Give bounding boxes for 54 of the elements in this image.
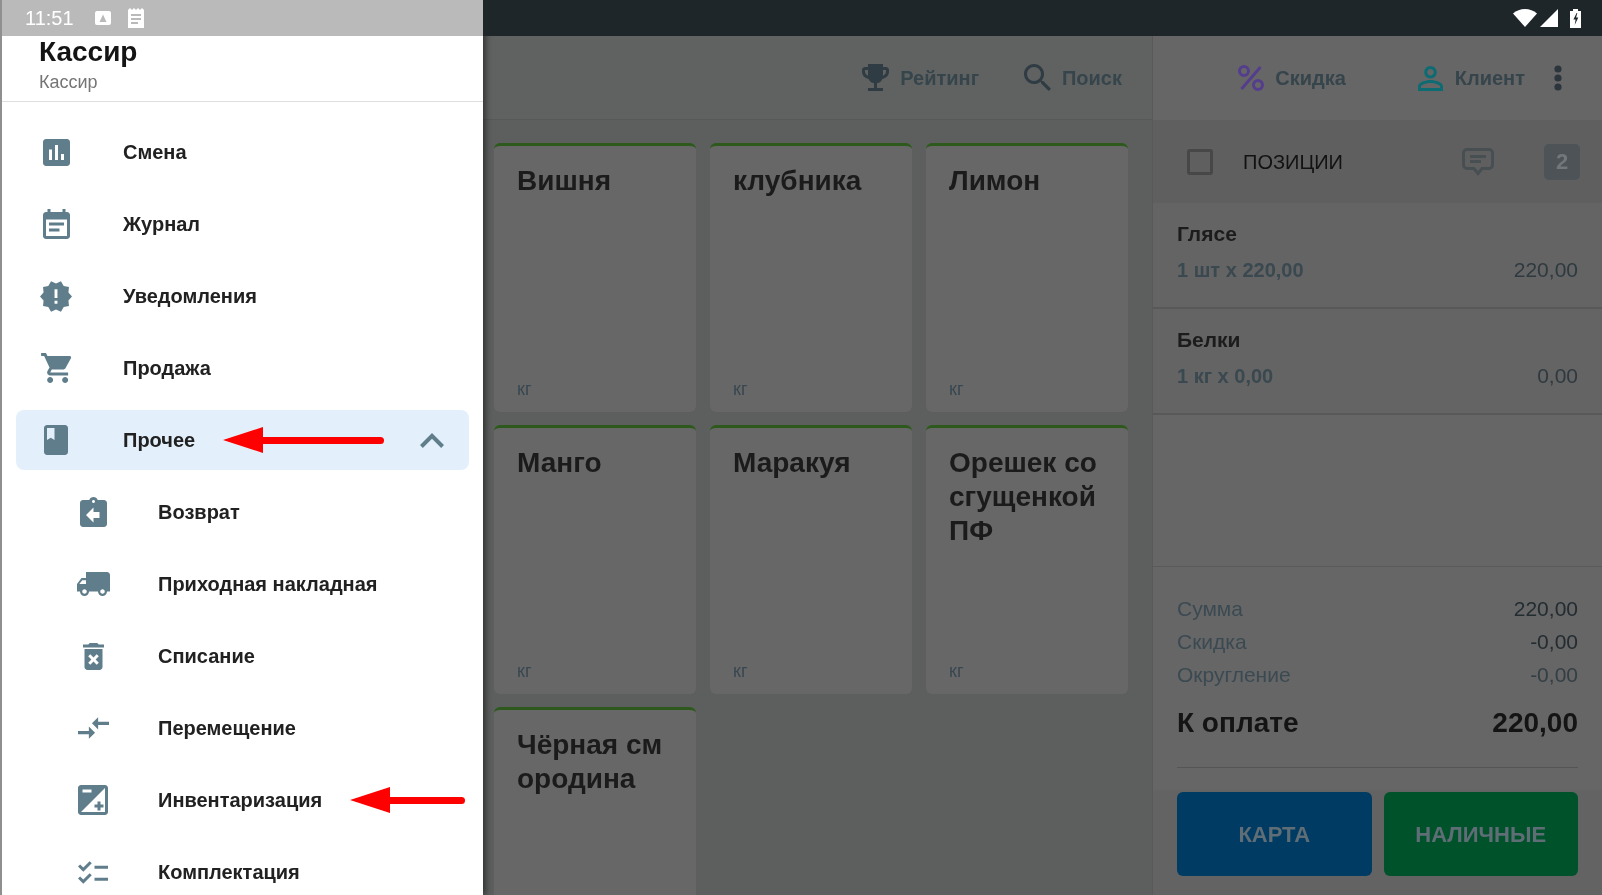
app-notification-icon bbox=[94, 11, 111, 25]
menu-item[interactable]: Журнал bbox=[16, 194, 201, 254]
percent-icon bbox=[1237, 64, 1266, 92]
positions-title: ПОЗИЦИИ bbox=[1243, 149, 1343, 174]
product-card[interactable]: Чёрная см ородина bbox=[494, 707, 696, 895]
menu-item[interactable]: Прочее bbox=[16, 410, 469, 470]
product-name: клубника bbox=[733, 164, 863, 198]
amount-due-value: 220,00 bbox=[1492, 706, 1578, 740]
menu-item[interactable]: Приходная накладная bbox=[16, 554, 378, 614]
product-name: Вишня bbox=[517, 164, 613, 198]
drawer-title: Кассир bbox=[39, 37, 138, 67]
alert-badge-icon bbox=[40, 280, 72, 312]
product-name: Лимон bbox=[949, 164, 1042, 198]
person-icon bbox=[1417, 65, 1443, 91]
bar-chart-icon bbox=[42, 138, 70, 166]
trash-icon bbox=[82, 642, 104, 670]
total-value: 220,00 bbox=[1513, 596, 1578, 622]
comment-icon[interactable] bbox=[1462, 147, 1494, 176]
card-payment-button[interactable]: КАРТА bbox=[1177, 792, 1372, 876]
product-name: Манго bbox=[517, 446, 603, 480]
calendar-icon bbox=[42, 209, 70, 239]
checklist-icon bbox=[78, 860, 108, 884]
total-value: -0,00 bbox=[1530, 629, 1578, 655]
book-icon bbox=[44, 425, 68, 455]
menu-item[interactable]: Продажа bbox=[16, 338, 211, 398]
battery-charging-icon bbox=[1570, 8, 1581, 28]
menu-item[interactable]: Возврат bbox=[16, 482, 240, 542]
wifi-icon bbox=[1513, 9, 1537, 27]
menu-item[interactable]: Уведомления bbox=[16, 266, 257, 326]
menu-item[interactable]: Перемещение bbox=[16, 698, 296, 758]
cash-payment-button[interactable]: НАЛИЧНЫЕ bbox=[1383, 792, 1578, 876]
product-name: Орешек со сгущенкой ПФ bbox=[949, 446, 1098, 548]
product-name: Маракуя bbox=[733, 446, 852, 480]
trophy-icon bbox=[862, 64, 890, 91]
cart-icon bbox=[40, 353, 72, 383]
status-time: 11:51 bbox=[25, 6, 74, 30]
product-name: Чёрная см ородина bbox=[517, 728, 664, 796]
drawer-subtitle: Кассир bbox=[39, 71, 98, 93]
item-name: Глясе bbox=[1177, 221, 1237, 247]
item-name: Белки bbox=[1177, 327, 1241, 353]
menu-item[interactable]: Списание bbox=[16, 626, 255, 686]
more-icon[interactable] bbox=[1554, 65, 1562, 91]
signal-icon bbox=[1540, 9, 1558, 27]
menu-item[interactable]: Инвентаризация bbox=[16, 770, 323, 830]
opposite-arrows-icon bbox=[77, 717, 109, 739]
truck-icon bbox=[76, 572, 110, 596]
menu-item[interactable]: Смена bbox=[16, 122, 187, 182]
menu-item[interactable]: Комплектация bbox=[16, 842, 300, 895]
plus-minus-icon bbox=[78, 785, 108, 815]
search-icon bbox=[1023, 64, 1051, 91]
clipboard-arrow-icon bbox=[79, 497, 107, 527]
chevron-up-icon[interactable] bbox=[420, 432, 444, 448]
select-all-checkbox[interactable] bbox=[1187, 148, 1213, 175]
amount-due-label: К оплате bbox=[1177, 706, 1299, 740]
